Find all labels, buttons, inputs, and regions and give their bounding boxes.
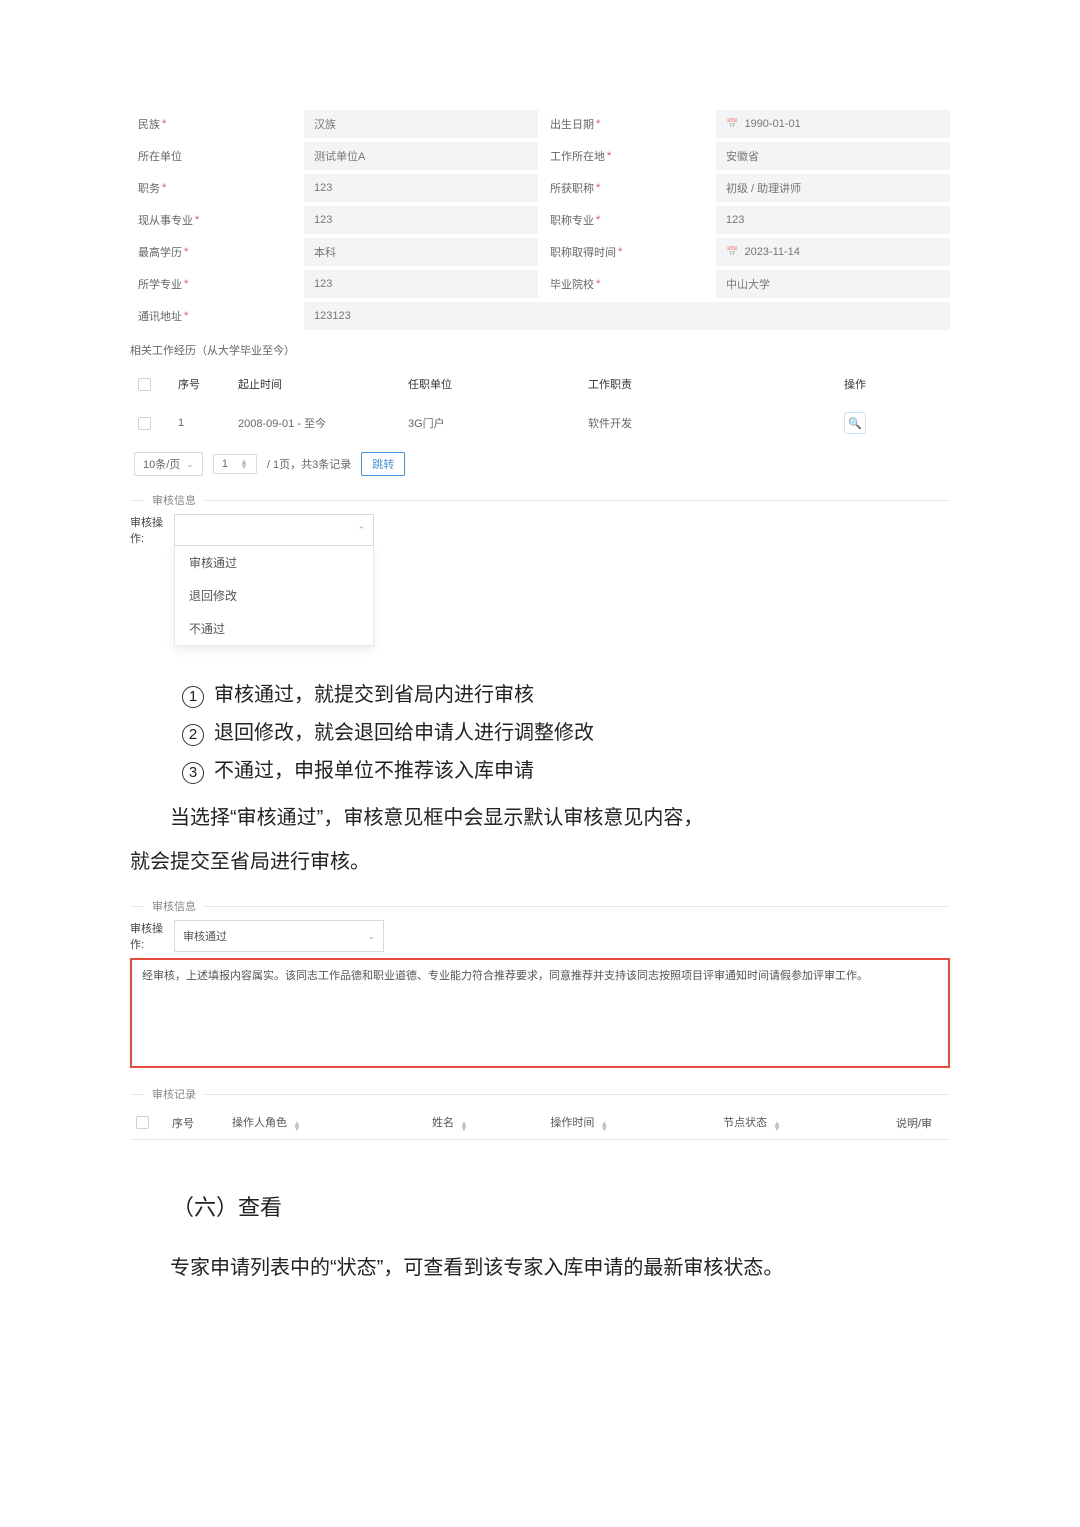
work-history-title: 相关工作经历（从大学毕业至今） [130, 334, 950, 366]
sort-icon: ▲▼ [460, 1121, 468, 1131]
value-study-major[interactable]: 123 [304, 270, 538, 298]
stepper-icon: ▲▼ [240, 459, 248, 469]
label-major-now: 现从事专业* [130, 206, 300, 234]
value-title-major[interactable]: 123 [716, 206, 950, 234]
personal-info-form: 民族* 汉族 出生日期* 📅1990-01-01 所在单位 测试单位A 工作所在… [130, 110, 950, 646]
section-audit-info-2: 审核信息 [130, 898, 950, 914]
sort-icon: ▲▼ [293, 1121, 301, 1131]
col-op: 操作 [760, 366, 950, 402]
sort-icon: ▲▼ [773, 1121, 781, 1131]
chevron-up-icon: ⌃ [357, 525, 365, 536]
value-duty[interactable]: 123 [304, 174, 538, 202]
checkbox-all-log[interactable] [136, 1116, 149, 1129]
section-audit-log: 审核记录 [130, 1086, 950, 1102]
label-study-major: 所学专业* [130, 270, 300, 298]
log-col-role[interactable]: 操作人角色▲▼ [226, 1106, 426, 1140]
value-addr[interactable]: 123123 [304, 302, 950, 330]
label-duty: 职务* [130, 174, 300, 202]
cell-job: 软件开发 [580, 402, 760, 444]
section-6-heading: （六）查看 [172, 1190, 950, 1222]
label-birth: 出生日期* [542, 110, 712, 138]
audit-info-block-2: 审核信息 审核操作: 审核通过⌄ 经审核，上述填报内容属实。该同志工作品德和职业… [130, 898, 950, 1140]
audit-log-table: 序号 操作人角色▲▼ 姓名▲▼ 操作时间▲▼ 节点状态▲▼ 说明/审 [130, 1106, 950, 1140]
cell-period: 2008-09-01 - 至今 [230, 402, 400, 444]
table-row: 1 2008-09-01 - 至今 3G门户 软件开发 🔍 [130, 402, 950, 444]
label-edu: 最高学历* [130, 238, 300, 266]
value-workplace[interactable]: 安徽省 [716, 142, 950, 170]
opt-reject[interactable]: 不通过 [175, 612, 373, 645]
view-icon[interactable]: 🔍 [844, 412, 866, 434]
log-col-status[interactable]: 节点状态▲▼ [717, 1106, 890, 1140]
audit-notes: 1审核通过，就提交到省局内进行审核 2退回修改，就会退回给申请人进行调整修改 3… [182, 676, 950, 790]
label-addr: 通讯地址* [130, 302, 300, 330]
cell-unit: 3G门户 [400, 402, 580, 444]
checkbox-all[interactable] [138, 378, 151, 391]
pager: 10条/页⌄ 1▲▼ / 1页，共3条记录 跳转 [130, 444, 950, 480]
log-col-name[interactable]: 姓名▲▼ [426, 1106, 544, 1140]
audit-op-label: 审核操作: [130, 514, 174, 546]
label-unit: 所在单位 [130, 142, 300, 170]
page-size-select[interactable]: 10条/页⌄ [134, 452, 203, 476]
opt-pass[interactable]: 审核通过 [175, 546, 373, 579]
col-unit: 任职单位 [400, 366, 580, 402]
chevron-down-icon: ⌄ [186, 459, 194, 470]
col-job: 工作职责 [580, 366, 760, 402]
note-paragraph-2: 就会提交至省局进行审核。 [130, 840, 950, 884]
section-6-paragraph: 专家申请列表中的“状态”，可查看到该专家入库申请的最新审核状态。 [130, 1246, 950, 1290]
label-ethnicity: 民族* [130, 110, 300, 138]
log-col-time[interactable]: 操作时间▲▼ [544, 1106, 717, 1140]
log-col-remark: 说明/审 [890, 1106, 950, 1140]
checkbox-row[interactable] [138, 417, 151, 430]
audit-opinion-textarea[interactable]: 经审核，上述填报内容属实。该同志工作品德和职业道德、专业能力符合推荐要求，同意推… [130, 958, 950, 1068]
audit-op-select[interactable]: ⌃ [174, 514, 374, 546]
label-title-date: 职称取得时间* [542, 238, 712, 266]
audit-op-dropdown: 审核通过 退回修改 不通过 [174, 546, 374, 646]
value-grad-school[interactable]: 中山大学 [716, 270, 950, 298]
audit-op-select-2[interactable]: 审核通过⌄ [174, 920, 384, 952]
calendar-icon: 📅 [726, 119, 738, 130]
log-col-idx: 序号 [166, 1106, 226, 1140]
chevron-down-icon: ⌄ [367, 931, 375, 942]
value-birth[interactable]: 📅1990-01-01 [716, 110, 950, 138]
value-title-got[interactable]: 初级 / 助理讲师 [716, 174, 950, 202]
label-workplace: 工作所在地* [542, 142, 712, 170]
calendar-icon: 📅 [726, 247, 738, 258]
value-edu[interactable]: 本科 [304, 238, 538, 266]
opt-return[interactable]: 退回修改 [175, 579, 373, 612]
audit-op-label-2: 审核操作: [130, 920, 174, 952]
sort-icon: ▲▼ [600, 1121, 608, 1131]
label-grad-school: 毕业院校* [542, 270, 712, 298]
label-title-major: 职称专业* [542, 206, 712, 234]
work-history-table: 序号 起止时间 任职单位 工作职责 操作 1 2008-09-01 - 至今 3… [130, 366, 950, 444]
label-title-got: 所获职称* [542, 174, 712, 202]
section-audit-info: 审核信息 [130, 492, 950, 508]
page-info: / 1页，共3条记录 [267, 456, 351, 472]
value-unit[interactable]: 测试单位A [304, 142, 538, 170]
jump-button[interactable]: 跳转 [361, 452, 405, 476]
value-major-now[interactable]: 123 [304, 206, 538, 234]
page-number-input[interactable]: 1▲▼ [213, 454, 257, 474]
cell-idx: 1 [170, 402, 230, 444]
value-title-date[interactable]: 📅2023-11-14 [716, 238, 950, 266]
col-period: 起止时间 [230, 366, 400, 402]
value-ethnicity[interactable]: 汉族 [304, 110, 538, 138]
col-idx: 序号 [170, 366, 230, 402]
note-paragraph-1: 当选择“审核通过”，审核意见框中会显示默认审核意见内容， [130, 796, 950, 840]
